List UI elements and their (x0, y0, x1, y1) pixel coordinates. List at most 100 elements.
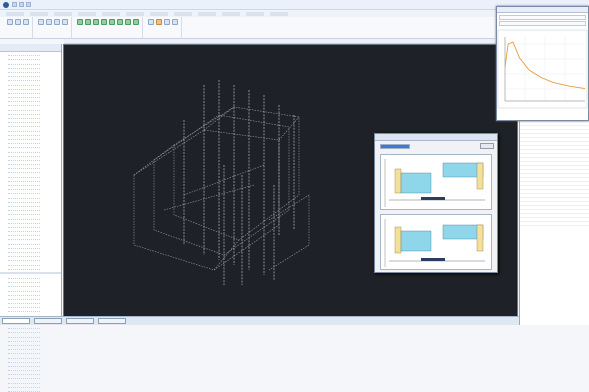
ribbon-tool-icon[interactable] (23, 19, 29, 25)
property-value[interactable] (555, 142, 589, 145)
property-value[interactable] (555, 182, 589, 185)
property-value[interactable] (555, 122, 589, 125)
tree-item[interactable] (8, 183, 40, 186)
tree-item[interactable] (8, 385, 40, 388)
property-value[interactable] (555, 190, 589, 193)
ribbon-tool-icon[interactable] (117, 19, 123, 25)
tree-item[interactable] (8, 334, 40, 337)
menu-item[interactable] (30, 12, 48, 16)
tree-item[interactable] (8, 57, 40, 60)
tree-item[interactable] (8, 116, 40, 119)
tree-item[interactable] (8, 70, 40, 73)
tree-item[interactable] (8, 200, 40, 203)
property-value[interactable] (555, 134, 589, 137)
tree-item[interactable] (8, 170, 40, 173)
property-row[interactable] (520, 222, 589, 226)
ribbon-tool-icon[interactable] (54, 19, 60, 25)
tree-item[interactable] (8, 293, 40, 296)
graph-option-field[interactable] (499, 15, 586, 20)
tree-item[interactable] (8, 103, 40, 106)
document-tab[interactable] (98, 318, 126, 324)
graph-option-field[interactable] (499, 21, 586, 26)
tree-item[interactable] (8, 280, 40, 283)
menu-item[interactable] (150, 12, 168, 16)
member-name-field[interactable] (380, 144, 410, 149)
property-value[interactable] (555, 218, 589, 221)
tree-item[interactable] (8, 347, 40, 350)
property-value[interactable] (555, 154, 589, 157)
tree-item[interactable] (8, 288, 40, 291)
tree-item[interactable] (8, 276, 40, 279)
property-value[interactable] (555, 206, 589, 209)
tree-item[interactable] (8, 376, 40, 379)
menu-item[interactable] (246, 12, 264, 16)
property-value[interactable] (555, 146, 589, 149)
ribbon-tool-icon[interactable] (38, 19, 44, 25)
tree-item[interactable] (8, 233, 40, 236)
tree-item[interactable] (8, 87, 40, 90)
tree-item[interactable] (8, 246, 40, 249)
tree-item[interactable] (8, 284, 40, 287)
menu-item[interactable] (102, 12, 120, 16)
property-value[interactable] (555, 130, 589, 133)
tree-list-bottom[interactable] (0, 276, 61, 392)
property-value[interactable] (555, 166, 589, 169)
ribbon-tool-icon[interactable] (77, 19, 83, 25)
menu-item[interactable] (270, 12, 288, 16)
tree-item[interactable] (8, 216, 40, 219)
property-value[interactable] (555, 170, 589, 173)
tree-item[interactable] (8, 191, 40, 194)
menu-item[interactable] (126, 12, 144, 16)
tree-item[interactable] (8, 82, 40, 85)
tree-item[interactable] (8, 187, 40, 190)
property-value[interactable] (555, 198, 589, 201)
tree-item[interactable] (8, 174, 40, 177)
property-value[interactable] (555, 210, 589, 213)
tree-item[interactable] (8, 326, 40, 329)
tree-item[interactable] (8, 360, 40, 363)
menu-item[interactable] (174, 12, 192, 16)
tree-item[interactable] (8, 221, 40, 224)
tree-item[interactable] (8, 229, 40, 232)
property-value[interactable] (555, 194, 589, 197)
ribbon-tool-icon[interactable] (85, 19, 91, 25)
tree-item[interactable] (8, 364, 40, 367)
tree-item[interactable] (8, 91, 40, 94)
tree-item[interactable] (8, 212, 40, 215)
menu-item[interactable] (6, 12, 24, 16)
tree-item[interactable] (8, 305, 40, 308)
result-graph-window[interactable] (496, 6, 589, 121)
property-value[interactable] (555, 202, 589, 205)
tree-splitter[interactable] (0, 272, 61, 274)
tree-item[interactable] (8, 137, 40, 140)
menu-item[interactable] (198, 12, 216, 16)
tree-item[interactable] (8, 339, 40, 342)
tree-item[interactable] (8, 343, 40, 346)
document-tab[interactable] (34, 318, 62, 324)
property-value[interactable] (555, 174, 589, 177)
ribbon-tool-icon[interactable] (148, 19, 154, 25)
property-value[interactable] (555, 138, 589, 141)
ribbon-tool-icon[interactable] (15, 19, 21, 25)
tree-item[interactable] (8, 380, 40, 383)
tree-item[interactable] (8, 166, 40, 169)
tree-item[interactable] (8, 141, 40, 144)
property-value[interactable] (555, 158, 589, 161)
tree-item[interactable] (8, 267, 40, 270)
redo-icon[interactable] (26, 2, 31, 7)
tree-item[interactable] (8, 309, 40, 312)
property-value[interactable] (555, 162, 589, 165)
tree-item[interactable] (8, 78, 40, 81)
property-value[interactable] (555, 186, 589, 189)
tree-item[interactable] (8, 237, 40, 240)
save-icon[interactable] (12, 2, 17, 7)
tree-item[interactable] (8, 154, 40, 157)
tree-item[interactable] (8, 112, 40, 115)
property-value[interactable] (555, 126, 589, 129)
tree-item[interactable] (8, 372, 40, 375)
tree-item[interactable] (8, 149, 40, 152)
ribbon-tool-icon[interactable] (109, 19, 115, 25)
ribbon-tool-icon[interactable] (93, 19, 99, 25)
tree-item[interactable] (8, 254, 40, 257)
tree-item[interactable] (8, 133, 40, 136)
